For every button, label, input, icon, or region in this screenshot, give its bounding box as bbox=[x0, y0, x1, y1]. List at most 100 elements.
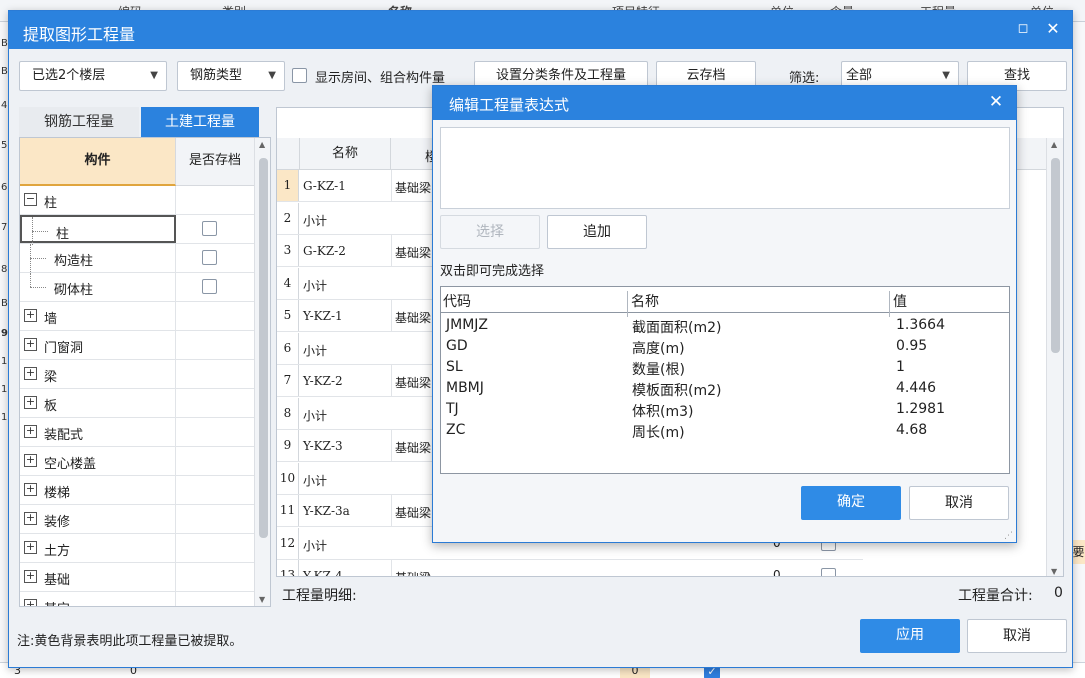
bg-row-digit: B bbox=[1, 38, 8, 49]
expand-icon[interactable]: + bbox=[24, 338, 37, 351]
expand-icon[interactable]: + bbox=[24, 396, 37, 409]
table-scrollbar[interactable]: ▲ ▼ bbox=[1046, 138, 1063, 576]
rebar-type-value: 钢筋类型 bbox=[190, 68, 243, 83]
row-name: 小计 bbox=[303, 213, 328, 228]
scroll-up-icon[interactable]: ▲ bbox=[259, 140, 265, 149]
row-type: 基础梁 bbox=[395, 311, 432, 325]
row-checkbox[interactable] bbox=[821, 568, 836, 576]
scroll-down-icon[interactable]: ▼ bbox=[259, 595, 265, 604]
chevron-down-icon: ▼ bbox=[268, 70, 276, 81]
detail-bar: 工程量明细: 工程量合计: 0 bbox=[276, 582, 1064, 607]
bg-row-digit: 1 bbox=[1, 384, 8, 395]
collapse-icon[interactable]: − bbox=[24, 193, 37, 206]
tree-item-door-window[interactable]: + 门窗洞 bbox=[20, 331, 254, 360]
show-rooms-checkbox[interactable] bbox=[292, 68, 307, 83]
property-code: SL bbox=[446, 359, 463, 375]
property-code: MBMJ bbox=[446, 380, 484, 396]
maximize-icon[interactable]: ◻ bbox=[1012, 18, 1034, 40]
property-row[interactable]: TJ 体积(m3) 1.2981 bbox=[441, 400, 1009, 421]
property-row[interactable]: SL 数量(根) 1 bbox=[441, 358, 1009, 379]
property-value: 4.446 bbox=[896, 380, 937, 396]
property-value: 1 bbox=[896, 359, 905, 375]
expand-icon[interactable]: + bbox=[24, 425, 37, 438]
property-row[interactable]: ZC 周长(m) 4.68 bbox=[441, 421, 1009, 442]
tab-rebar-quantity[interactable]: 钢筋工程量 bbox=[19, 107, 139, 137]
tree-item-other[interactable]: + 其它 bbox=[20, 592, 254, 606]
row-number: 8 bbox=[277, 397, 299, 429]
modal-cancel-button[interactable]: 取消 bbox=[909, 486, 1009, 520]
row-type: 基础梁 bbox=[395, 441, 432, 455]
scrollbar-thumb[interactable] bbox=[1051, 158, 1060, 353]
scroll-up-icon[interactable]: ▲ bbox=[1051, 140, 1057, 149]
tree-item-column-group[interactable]: − 柱 bbox=[20, 186, 254, 215]
row-name: Y-KZ-1 bbox=[303, 309, 343, 323]
expand-icon[interactable]: + bbox=[24, 483, 37, 496]
rebar-type-select[interactable]: 钢筋类型 ▼ bbox=[177, 61, 285, 91]
modal-title-bar: 编辑工程量表达式 ✕ bbox=[433, 86, 1016, 120]
close-icon[interactable]: ✕ bbox=[986, 91, 1006, 113]
tree-item-slab[interactable]: + 板 bbox=[20, 389, 254, 418]
expand-icon[interactable]: + bbox=[24, 367, 37, 380]
tree-item-prefab[interactable]: + 装配式 bbox=[20, 418, 254, 447]
property-code: JMMJZ bbox=[446, 317, 489, 333]
property-name: 高度(m) bbox=[632, 341, 685, 357]
expand-icon[interactable]: + bbox=[24, 454, 37, 467]
scrollbar-thumb[interactable] bbox=[259, 158, 268, 538]
apply-button[interactable]: 应用 bbox=[860, 619, 960, 653]
cancel-button[interactable]: 取消 bbox=[967, 619, 1067, 653]
tree-item-label: 土方 bbox=[44, 544, 71, 559]
expand-icon[interactable]: + bbox=[24, 541, 37, 554]
property-row[interactable]: JMMJZ 截面面积(m2) 1.3664 bbox=[441, 316, 1009, 337]
tree-item-constructional-column[interactable]: 构造柱 bbox=[20, 244, 254, 273]
property-row[interactable]: MBMJ 模板面积(m2) 4.446 bbox=[441, 379, 1009, 400]
select-button[interactable]: 选择 bbox=[440, 215, 540, 249]
property-code: GD bbox=[446, 338, 468, 354]
row-name: 小计 bbox=[303, 473, 328, 488]
filter-select-value: 全部 bbox=[846, 68, 873, 83]
ok-button[interactable]: 确定 bbox=[801, 486, 901, 520]
tree-item-wall[interactable]: + 墙 bbox=[20, 302, 254, 331]
archive-checkbox[interactable] bbox=[202, 221, 217, 236]
note-text: 注:黄色背景表明此项工程量已被提取。 bbox=[17, 634, 243, 649]
total-value: 0 bbox=[1054, 585, 1063, 601]
tree-item-earthwork[interactable]: + 土方 bbox=[20, 534, 254, 563]
property-row[interactable]: GD 高度(m) 0.95 bbox=[441, 337, 1009, 358]
bg-right-label: 要 bbox=[1072, 540, 1085, 564]
tree-item-beam[interactable]: + 梁 bbox=[20, 360, 254, 389]
expand-icon[interactable]: + bbox=[24, 599, 37, 606]
row-type: 基础梁 bbox=[395, 246, 432, 260]
bg-row-digit: B bbox=[1, 298, 8, 309]
tree-item-label: 墙 bbox=[44, 312, 58, 327]
expand-icon[interactable]: + bbox=[24, 570, 37, 583]
scroll-down-icon[interactable]: ▼ bbox=[1051, 567, 1057, 576]
expand-icon[interactable]: + bbox=[24, 512, 37, 525]
row-type: 基础梁 bbox=[395, 376, 432, 390]
row-number: 4 bbox=[277, 267, 299, 299]
archive-checkbox[interactable] bbox=[202, 279, 217, 294]
detail-label: 工程量明细: bbox=[282, 588, 357, 604]
close-icon[interactable]: ✕ bbox=[1042, 18, 1064, 40]
tree-item-masonry-column[interactable]: 砌体柱 bbox=[20, 273, 254, 302]
row-number: 9 bbox=[277, 430, 299, 461]
tree-header-component: 构件 bbox=[20, 138, 176, 186]
property-name: 周长(m) bbox=[632, 425, 685, 441]
tree-header: 构件 是否存档 bbox=[20, 138, 254, 186]
tab-civil-quantity[interactable]: 土建工程量 bbox=[141, 107, 259, 137]
resize-grip-icon[interactable]: ⋰ bbox=[1004, 531, 1013, 541]
tree-scrollbar[interactable]: ▲ ▼ bbox=[254, 138, 270, 606]
tree-item-hollow-floor[interactable]: + 空心楼盖 bbox=[20, 447, 254, 476]
tree-item-label: 砌体柱 bbox=[54, 283, 94, 298]
tree-item-finishing[interactable]: + 装修 bbox=[20, 505, 254, 534]
tree-item-foundation[interactable]: + 基础 bbox=[20, 563, 254, 592]
expand-icon[interactable]: + bbox=[24, 309, 37, 322]
tree-item-column[interactable]: 柱 bbox=[20, 215, 254, 245]
bg-row-digit: 9 bbox=[1, 328, 8, 339]
row-type: 基础梁 bbox=[395, 569, 431, 576]
tree-item-label: 柱 bbox=[44, 196, 58, 211]
expression-textarea[interactable] bbox=[440, 127, 1010, 209]
property-code: ZC bbox=[446, 422, 466, 438]
floor-select[interactable]: 已选2个楼层 ▼ bbox=[19, 61, 167, 91]
tree-item-stairs[interactable]: + 楼梯 bbox=[20, 476, 254, 505]
archive-checkbox[interactable] bbox=[202, 250, 217, 265]
append-button[interactable]: 追加 bbox=[547, 215, 647, 249]
